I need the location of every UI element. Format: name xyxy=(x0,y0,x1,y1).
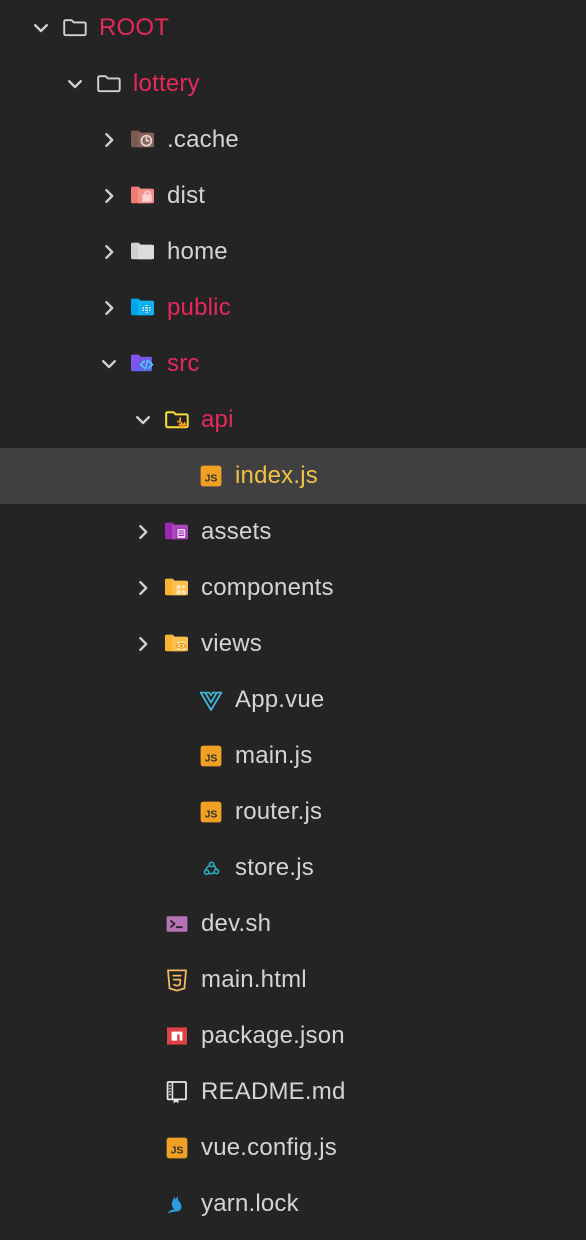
npm-package-file-icon xyxy=(162,1021,192,1051)
javascript-file-icon: JS xyxy=(162,1133,192,1163)
tree-row-dev-sh[interactable]: dev.sh xyxy=(0,896,586,952)
tree-row-app-vue[interactable]: App.vue xyxy=(0,672,586,728)
tree-row-index-js[interactable]: JS index.js xyxy=(0,448,586,504)
folder-plain-icon xyxy=(128,237,158,267)
tree-row-label: store.js xyxy=(235,854,314,881)
tree-row-cache[interactable]: .cache xyxy=(0,112,586,168)
tree-row-assets[interactable]: assets xyxy=(0,504,586,560)
tree-row-src[interactable]: src xyxy=(0,336,586,392)
tree-row-label: main.html xyxy=(201,966,307,993)
yarn-file-icon xyxy=(162,1189,192,1219)
tree-row-views[interactable]: views xyxy=(0,616,586,672)
chevron-right-icon[interactable] xyxy=(130,519,156,545)
tree-row-vue-config-js[interactable]: JS vue.config.js xyxy=(0,1120,586,1176)
folder-outline-icon xyxy=(60,13,90,43)
svg-text:JS: JS xyxy=(205,472,218,484)
chevron-right-icon[interactable] xyxy=(96,127,122,153)
tree-row-label: package.json xyxy=(201,1022,345,1049)
tree-row-label: public xyxy=(167,294,231,321)
tree-row-label: router.js xyxy=(235,798,323,825)
tree-row-root[interactable]: ROOT xyxy=(0,0,586,56)
tree-row-label: views xyxy=(201,630,263,657)
tree-row-label: api xyxy=(201,406,234,433)
folder-dist-icon xyxy=(128,181,158,211)
tree-row-label: App.vue xyxy=(235,686,325,713)
folder-views-icon xyxy=(162,629,192,659)
tree-row-label: index.js xyxy=(235,462,318,489)
chevron-down-icon[interactable] xyxy=(62,71,88,97)
tree-row-label: dist xyxy=(167,182,206,209)
tree-row-readme-md[interactable]: README.md xyxy=(0,1064,586,1120)
tree-row-lottery[interactable]: lottery xyxy=(0,56,586,112)
tree-row-main-js[interactable]: JS main.js xyxy=(0,728,586,784)
tree-row-yarn-lock[interactable]: yarn.lock xyxy=(0,1176,586,1232)
file-explorer-tree: ROOT lottery .cache dist home public src api JS i… xyxy=(0,0,586,1240)
vue-file-icon xyxy=(196,685,226,715)
folder-cache-icon xyxy=(128,125,158,155)
shell-script-file-icon xyxy=(162,909,192,939)
redux-file-icon xyxy=(196,853,226,883)
tree-row-label: lottery xyxy=(133,70,200,97)
tree-row-home[interactable]: home xyxy=(0,224,586,280)
chevron-down-icon[interactable] xyxy=(96,351,122,377)
folder-assets-icon xyxy=(162,517,192,547)
folder-public-icon xyxy=(128,293,158,323)
javascript-file-icon: JS xyxy=(196,461,226,491)
chevron-down-icon[interactable] xyxy=(28,15,54,41)
svg-text:JS: JS xyxy=(171,1144,184,1156)
tree-row-label: README.md xyxy=(201,1078,346,1105)
javascript-file-icon: JS xyxy=(196,741,226,771)
html5-file-icon xyxy=(162,965,192,995)
svg-text:JS: JS xyxy=(205,752,218,764)
chevron-right-icon[interactable] xyxy=(96,295,122,321)
tree-row-label: ROOT xyxy=(99,14,170,41)
folder-components-icon xyxy=(162,573,192,603)
tree-row-label: src xyxy=(167,350,200,377)
folder-api-icon xyxy=(162,405,192,435)
chevron-down-icon[interactable] xyxy=(130,407,156,433)
tree-row-store-js[interactable]: store.js xyxy=(0,840,586,896)
folder-src-icon xyxy=(128,349,158,379)
tree-row-main-html[interactable]: main.html xyxy=(0,952,586,1008)
tree-row-label: dev.sh xyxy=(201,910,272,937)
tree-row-label: home xyxy=(167,238,228,265)
tree-row-router-js[interactable]: JS router.js xyxy=(0,784,586,840)
tree-row-api[interactable]: api xyxy=(0,392,586,448)
chevron-right-icon[interactable] xyxy=(130,575,156,601)
folder-outline-icon xyxy=(94,69,124,99)
readme-book-file-icon xyxy=(162,1077,192,1107)
chevron-right-icon[interactable] xyxy=(96,183,122,209)
javascript-file-icon: JS xyxy=(196,797,226,827)
tree-row-label: vue.config.js xyxy=(201,1134,338,1161)
svg-text:JS: JS xyxy=(205,808,218,820)
tree-row-package-json[interactable]: package.json xyxy=(0,1008,586,1064)
chevron-right-icon[interactable] xyxy=(130,631,156,657)
chevron-right-icon[interactable] xyxy=(96,239,122,265)
tree-row-label: .cache xyxy=(167,126,239,153)
tree-row-dist[interactable]: dist xyxy=(0,168,586,224)
tree-row-public[interactable]: public xyxy=(0,280,586,336)
tree-row-label: assets xyxy=(201,518,272,545)
tree-row-components[interactable]: components xyxy=(0,560,586,616)
tree-row-label: components xyxy=(201,574,334,601)
tree-row-label: yarn.lock xyxy=(201,1190,299,1217)
tree-row-label: main.js xyxy=(235,742,313,769)
